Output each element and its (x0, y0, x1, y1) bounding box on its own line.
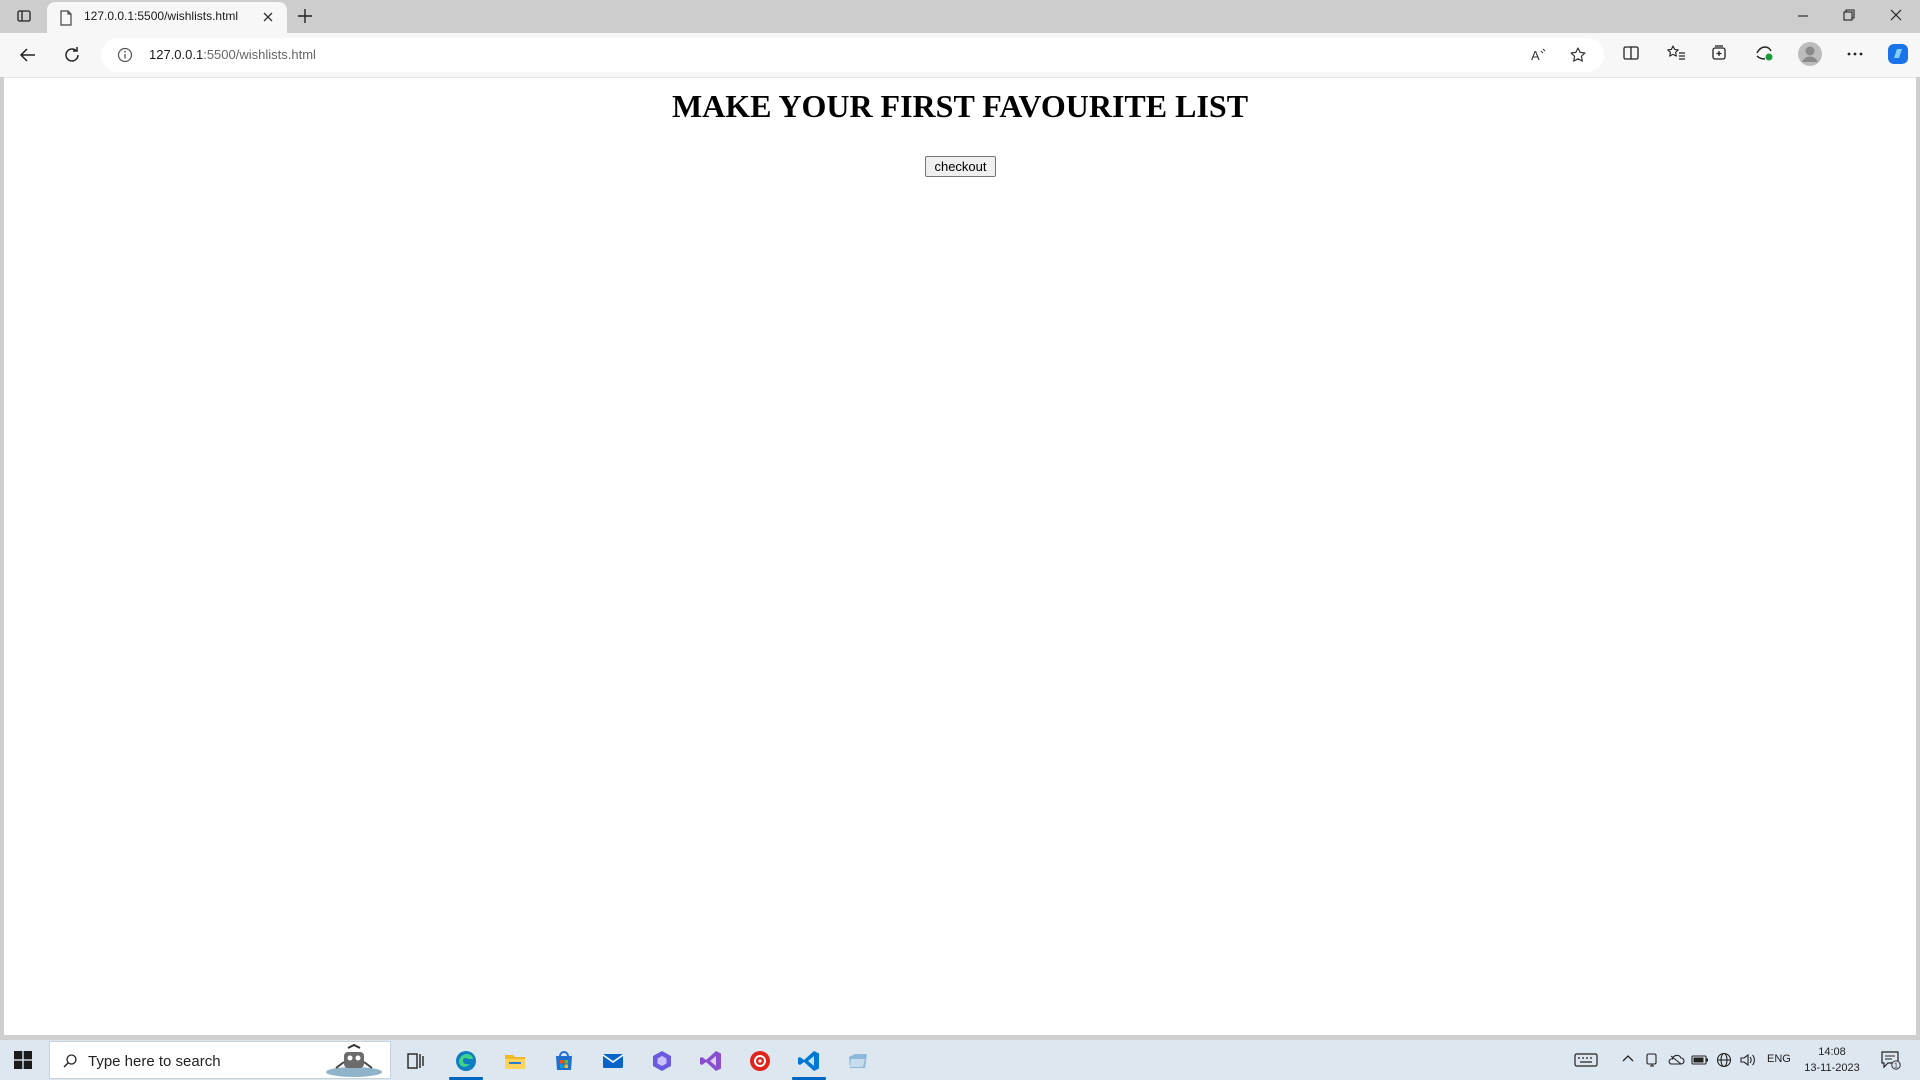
clock[interactable]: 14:08 13-11-2023 (1800, 1044, 1864, 1076)
svg-text:A: A (1531, 48, 1540, 63)
clock-date: 13-11-2023 (1804, 1062, 1860, 1074)
red-app-icon[interactable] (748, 1049, 772, 1073)
search-placeholder: Type here to search (88, 1053, 221, 1070)
windows-start-icon[interactable] (14, 1051, 32, 1069)
close-window-icon[interactable] (1889, 8, 1903, 22)
minimize-icon[interactable] (1796, 8, 1810, 22)
tab-title: 127.0.0.1:5500/wishlists.html (84, 9, 239, 23)
search-highlight-image (322, 1044, 386, 1078)
file-explorer-icon[interactable] (503, 1049, 527, 1073)
copilot-icon[interactable] (1886, 42, 1910, 66)
search-icon (62, 1053, 78, 1069)
clock-time: 14:08 (1818, 1046, 1846, 1058)
network-globe-icon[interactable] (1716, 1052, 1732, 1068)
page-viewport: MAKE YOUR FIRST FAVOURITE LIST checkout (4, 77, 1916, 1035)
new-tab-icon[interactable] (296, 7, 314, 25)
page-icon (59, 10, 73, 26)
favorite-star-icon[interactable] (1569, 46, 1587, 64)
page-heading: MAKE YOUR FIRST FAVOURITE LIST (671, 88, 1249, 124)
url-path: :5500/wishlists.html (203, 47, 316, 62)
task-view-icon[interactable] (404, 1049, 428, 1073)
show-hidden-icons-chevron-icon[interactable] (1621, 1052, 1635, 1066)
meet-now-icon[interactable] (1644, 1052, 1660, 1068)
notification-count: 1 (1894, 1062, 1898, 1069)
checkout-button[interactable]: checkout (925, 156, 996, 177)
taskbar: Type here to search ENG 14:08 13-11-2023… (0, 1040, 1920, 1080)
app-folder-icon[interactable] (846, 1049, 870, 1073)
tab-actions-icon[interactable] (10, 4, 38, 28)
mail-icon[interactable] (601, 1049, 625, 1073)
volume-icon[interactable] (1739, 1052, 1757, 1068)
keyboard-icon[interactable] (1574, 1052, 1598, 1068)
split-screen-icon[interactable] (1622, 44, 1640, 62)
browser-tab[interactable]: 127.0.0.1:5500/wishlists.html (47, 2, 287, 33)
battery-icon[interactable] (1691, 1052, 1709, 1068)
close-tab-icon[interactable] (262, 11, 274, 23)
power-automate-icon[interactable] (650, 1049, 674, 1073)
refresh-icon[interactable] (62, 45, 82, 65)
navigation-bar: 127.0.0.1:5500/wishlists.html A (0, 33, 1920, 77)
onedrive-icon[interactable] (1667, 1052, 1685, 1068)
more-menu-icon[interactable] (1846, 45, 1864, 63)
vscode-icon[interactable] (797, 1049, 821, 1073)
collections-icon[interactable] (1710, 44, 1728, 62)
restore-icon[interactable] (1842, 8, 1856, 22)
address-bar[interactable]: 127.0.0.1:5500/wishlists.html A (101, 38, 1604, 72)
favorites-icon[interactable] (1666, 44, 1686, 62)
microsoft-store-icon[interactable] (552, 1049, 576, 1073)
language-indicator[interactable]: ENG (1767, 1053, 1791, 1065)
notification-center-icon[interactable]: 1 (1880, 1050, 1902, 1070)
back-icon[interactable] (18, 45, 38, 65)
extension-icon[interactable] (1754, 44, 1774, 62)
read-aloud-icon[interactable]: A (1530, 47, 1548, 63)
title-bar: 127.0.0.1:5500/wishlists.html (0, 0, 1920, 33)
url-text[interactable]: 127.0.0.1:5500/wishlists.html (149, 47, 316, 62)
url-host: 127.0.0.1 (149, 47, 204, 62)
site-info-icon[interactable] (117, 47, 133, 63)
visual-studio-icon[interactable] (699, 1049, 723, 1073)
profile-avatar-icon[interactable] (1797, 41, 1823, 67)
taskbar-search[interactable]: Type here to search (49, 1041, 391, 1079)
edge-browser-icon[interactable] (454, 1049, 478, 1073)
